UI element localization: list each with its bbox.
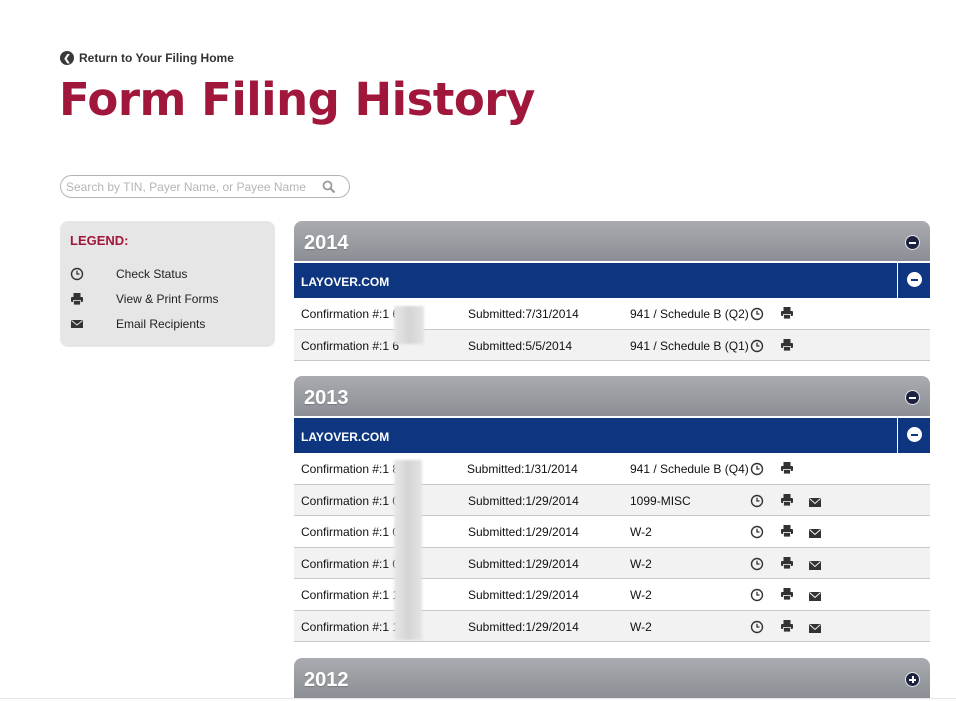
search-box	[60, 175, 350, 198]
year-section-2013: 2013 LAYOVER.COM Confirmation #:1 8 Subm…	[294, 376, 930, 642]
search-input[interactable]	[61, 176, 311, 197]
collapse-icon[interactable]	[905, 390, 920, 405]
return-home-link[interactable]: ❮ Return to Your Filing Home	[60, 51, 234, 65]
confirmation-number: Confirmation #:1 6	[301, 338, 400, 353]
collapse-icon[interactable]	[907, 427, 922, 442]
payer-name: LAYOVER.COM	[301, 430, 390, 444]
envelope-icon[interactable]	[808, 496, 822, 510]
year-label: 2014	[304, 232, 349, 254]
filing-row: Confirmation #:1 6 Submitted:7/31/2014 9…	[294, 298, 930, 330]
filing-row: Confirmation #:1 12 Submitted:1/29/2014 …	[294, 610, 930, 642]
printer-icon[interactable]	[780, 461, 794, 475]
legend-item-email: Email Recipients	[60, 315, 275, 333]
filing-row: Confirmation #:1 8 Submitted:1/31/2014 9…	[294, 453, 930, 485]
printer-icon[interactable]	[780, 556, 794, 570]
printer-icon[interactable]	[780, 524, 794, 538]
year-label: 2012	[304, 669, 349, 691]
page-title: Form Filing History	[59, 73, 535, 126]
envelope-icon[interactable]	[808, 559, 822, 573]
legend-label: View & Print Forms	[116, 292, 219, 306]
clock-icon[interactable]	[750, 462, 764, 476]
printer-icon	[70, 292, 84, 306]
form-type: W-2	[630, 588, 652, 602]
confirmation-number: Confirmation #:1 02	[301, 525, 406, 539]
year-header[interactable]: 2013	[294, 376, 930, 416]
legend-label: Check Status	[116, 267, 188, 281]
form-type: 1099-MISC	[630, 493, 691, 508]
form-type: W-2	[630, 556, 652, 571]
payer-header: LAYOVER.COM	[294, 261, 930, 298]
payer-header: LAYOVER.COM	[294, 416, 930, 453]
filing-row: Confirmation #:1 13 Submitted:1/29/2014 …	[294, 579, 930, 611]
submitted-date: Submitted:1/29/2014	[468, 525, 579, 539]
payer-collapse-area[interactable]	[897, 263, 930, 298]
return-home-label: Return to Your Filing Home	[79, 51, 234, 65]
clock-icon[interactable]	[750, 339, 764, 353]
submitted-date: Submitted:1/29/2014	[468, 588, 579, 602]
printer-icon[interactable]	[780, 338, 794, 352]
filing-row: Confirmation #:1 03 Submitted:1/29/2014 …	[294, 484, 930, 516]
submitted-date: Submitted:1/29/2014	[468, 619, 579, 634]
legend-item-print: View & Print Forms	[60, 290, 275, 308]
envelope-icon[interactable]	[808, 590, 822, 604]
page-bottom-divider	[0, 698, 956, 699]
filing-row: Confirmation #:1 01 Submitted:1/29/2014 …	[294, 547, 930, 579]
clock-icon[interactable]	[750, 557, 764, 571]
envelope-icon[interactable]	[808, 527, 822, 541]
legend-item-check-status: Check Status	[60, 265, 275, 283]
confirmation-number: Confirmation #:1 03	[301, 493, 406, 508]
filing-row: Confirmation #:1 02 Submitted:1/29/2014 …	[294, 516, 930, 548]
search-icon[interactable]	[322, 180, 336, 194]
payer-collapse-area[interactable]	[897, 418, 930, 453]
clock-icon[interactable]	[750, 494, 764, 508]
redaction-mask	[394, 460, 422, 640]
chevron-left-icon: ❮	[60, 51, 74, 65]
submitted-date: Submitted:1/29/2014	[468, 493, 579, 508]
envelope-icon[interactable]	[808, 622, 822, 636]
clock-icon	[70, 267, 84, 281]
confirmation-number: Confirmation #:1 01	[301, 556, 406, 571]
clock-icon[interactable]	[750, 307, 764, 321]
year-section-2012: 2012	[294, 658, 930, 698]
form-type: W-2	[630, 619, 652, 634]
clock-icon[interactable]	[750, 588, 764, 602]
submitted-date: Submitted:1/29/2014	[468, 556, 579, 571]
printer-icon[interactable]	[780, 619, 794, 633]
envelope-icon	[70, 317, 84, 331]
redaction-mask	[394, 306, 424, 344]
clock-icon[interactable]	[750, 620, 764, 634]
submitted-date: Submitted:1/31/2014	[467, 462, 578, 476]
form-type: 941 / Schedule B (Q1)	[630, 338, 749, 353]
filing-row: Confirmation #:1 6 Submitted:5/5/2014 94…	[294, 329, 930, 361]
form-type: 941 / Schedule B (Q4)	[630, 462, 749, 476]
confirmation-number: Confirmation #:1 8	[301, 462, 400, 476]
confirmation-number: Confirmation #:1 12	[301, 619, 406, 634]
expand-icon[interactable]	[905, 672, 920, 687]
year-header[interactable]: 2012	[294, 658, 930, 698]
payer-name: LAYOVER.COM	[301, 275, 390, 289]
year-header[interactable]: 2014	[294, 221, 930, 261]
printer-icon[interactable]	[780, 587, 794, 601]
form-type: W-2	[630, 525, 652, 539]
collapse-icon[interactable]	[907, 272, 922, 287]
printer-icon[interactable]	[780, 306, 794, 320]
confirmation-number: Confirmation #:1 6	[301, 307, 400, 321]
submitted-date: Submitted:7/31/2014	[468, 307, 579, 321]
printer-icon[interactable]	[780, 493, 794, 507]
year-label: 2013	[304, 387, 349, 409]
clock-icon[interactable]	[750, 525, 764, 539]
confirmation-number: Confirmation #:1 13	[301, 588, 406, 602]
year-section-2014: 2014 LAYOVER.COM Confirmation #:1 6 Subm…	[294, 221, 930, 361]
legend-label: Email Recipients	[116, 317, 206, 331]
legend-panel: LEGEND: Check Status View & Print Forms …	[60, 221, 275, 347]
submitted-date: Submitted:5/5/2014	[468, 338, 573, 353]
form-type: 941 / Schedule B (Q2)	[630, 307, 749, 321]
legend-title: LEGEND:	[70, 233, 129, 248]
collapse-icon[interactable]	[905, 235, 920, 250]
